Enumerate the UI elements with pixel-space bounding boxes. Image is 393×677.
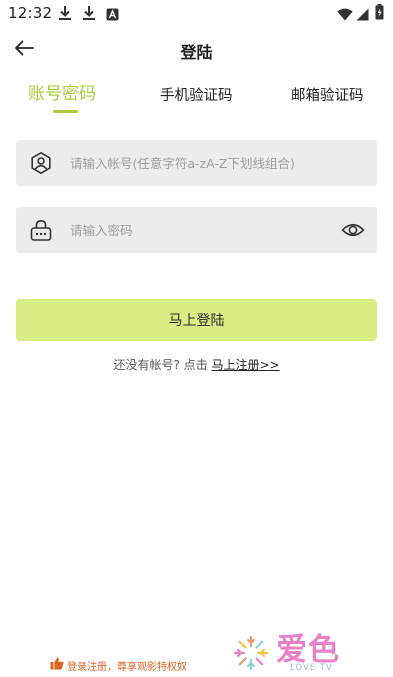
signal-icon (356, 6, 369, 25)
active-tab-indicator (53, 110, 78, 113)
password-field (16, 207, 377, 253)
tab-phone-code[interactable]: 手机验证码 (160, 84, 233, 105)
tab-account-password[interactable]: 账号密码 (28, 79, 96, 104)
account-input[interactable] (70, 140, 350, 186)
brand-subtitle: LOVE TV (290, 663, 333, 673)
page-title: 登陆 (180, 43, 213, 62)
brand-logo: 爱色 LOVE TV (232, 628, 357, 674)
app-header: 登陆 (0, 30, 393, 70)
eye-icon[interactable] (341, 218, 365, 242)
register-prompt-text: 还没有帐号? 点击 (113, 358, 212, 372)
register-link[interactable]: 马上注册>> (211, 358, 279, 372)
footer-note-text: 登录注册，尊享观影特权奴 (67, 661, 187, 673)
tab-email-code[interactable]: 邮箱验证码 (291, 84, 364, 105)
status-bar: 12:32 (0, 0, 393, 26)
user-badge-icon (29, 151, 53, 175)
thumbs-up-icon (50, 657, 64, 673)
footer-note: 登录注册，尊享观影特权奴 (50, 657, 187, 673)
app-notification-icon (106, 6, 119, 25)
account-field (16, 140, 377, 186)
password-input[interactable] (70, 207, 350, 253)
lock-icon (29, 218, 53, 242)
download-icon (82, 5, 96, 25)
battery-icon (375, 4, 384, 24)
login-button[interactable]: 马上登陆 (16, 299, 377, 341)
wifi-icon (337, 6, 353, 25)
register-prompt: 还没有帐号? 点击 马上注册>> (0, 356, 393, 373)
snowflake-logo-icon (232, 634, 270, 672)
login-method-tabs: 账号密码 手机验证码 邮箱验证码 (0, 80, 393, 116)
status-time: 12:32 (8, 4, 53, 22)
download-icon (58, 5, 72, 25)
